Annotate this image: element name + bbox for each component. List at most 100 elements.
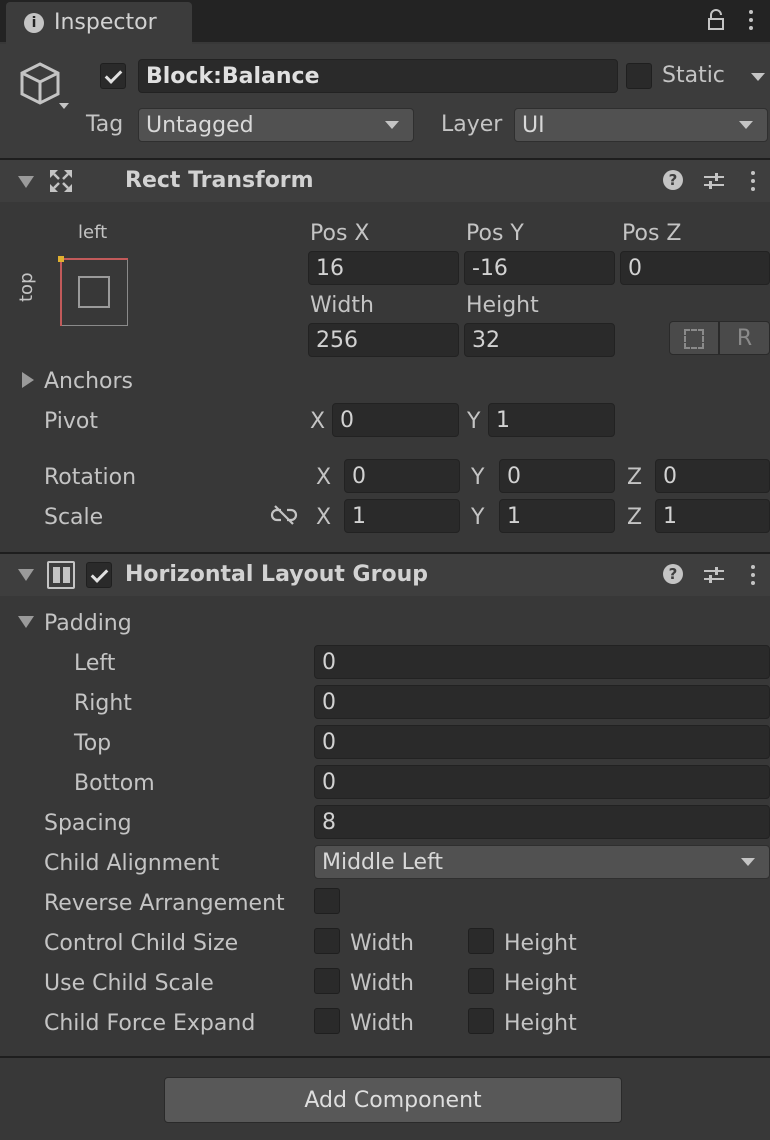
cube-icon[interactable]	[18, 60, 74, 116]
pos-z-input[interactable]: 0	[620, 251, 770, 285]
preset-sliders-icon[interactable]	[703, 170, 725, 192]
pos-x-label: Pos X	[310, 221, 370, 246]
use-child-scale-height-checkbox[interactable]	[468, 968, 494, 994]
control-child-size-height-checkbox[interactable]	[468, 928, 494, 954]
kebab-menu-icon[interactable]	[751, 171, 755, 195]
help-icon[interactable]: ?	[663, 170, 683, 190]
spacing-label: Spacing	[44, 811, 132, 836]
active-toggle[interactable]	[100, 63, 126, 89]
scale-z-label: Z	[627, 505, 643, 530]
inspector-tab[interactable]: i Inspector	[6, 2, 192, 44]
child-force-expand-height-label: Height	[504, 1011, 577, 1036]
child-alignment-label: Child Alignment	[44, 851, 220, 876]
pos-y-label: Pos Y	[466, 221, 524, 246]
control-child-size-label: Control Child Size	[44, 931, 239, 956]
expand-arrow-icon[interactable]	[22, 372, 34, 388]
blueprint-mode-icon	[684, 329, 704, 349]
unlink-icon[interactable]	[270, 504, 298, 526]
anchor-preset-button[interactable]	[58, 256, 128, 326]
layer-label: Layer	[441, 112, 503, 137]
rect-transform-header[interactable]	[0, 160, 770, 202]
width-label: Width	[310, 293, 374, 318]
tag-dropdown[interactable]: Untagged	[138, 108, 414, 142]
pos-x-input[interactable]: 16	[308, 251, 459, 285]
anchor-point	[58, 256, 64, 262]
padding-top-input[interactable]: 0	[314, 725, 770, 759]
lock-icon[interactable]	[706, 9, 726, 31]
add-component-button[interactable]: Add Component	[164, 1077, 622, 1123]
reverse-arrangement-label: Reverse Arrangement	[44, 891, 285, 916]
padding-right-label: Right	[74, 691, 132, 716]
tag-value: Untagged	[146, 112, 254, 138]
layer-dropdown[interactable]: UI	[514, 108, 768, 142]
rotation-z-input[interactable]: 0	[655, 459, 770, 493]
scale-x-input[interactable]: 1	[344, 499, 460, 533]
use-child-scale-width-label: Width	[350, 971, 414, 996]
height-input[interactable]: 32	[464, 323, 615, 357]
use-child-scale-label: Use Child Scale	[44, 971, 214, 996]
control-child-size-height-label: Height	[504, 931, 577, 956]
raw-edit-button[interactable]: R	[719, 321, 770, 355]
spacing-input[interactable]: 8	[314, 805, 770, 839]
padding-right-input[interactable]: 0	[314, 685, 770, 719]
child-alignment-dropdown[interactable]: Middle Left	[314, 845, 770, 879]
layer-value: UI	[522, 112, 545, 138]
child-force-expand-label: Child Force Expand	[44, 1011, 256, 1036]
collapse-arrow-icon[interactable]	[18, 616, 34, 628]
padding-label[interactable]: Padding	[44, 613, 132, 635]
raw-edit-label: R	[736, 325, 753, 351]
child-force-expand-width-label: Width	[350, 1011, 414, 1036]
width-input[interactable]: 256	[308, 323, 459, 357]
rotation-x-label: X	[316, 465, 332, 490]
padding-left-input[interactable]: 0	[314, 645, 770, 679]
kebab-menu-icon[interactable]	[749, 10, 753, 34]
rotation-z-label: Z	[627, 465, 643, 490]
tag-label: Tag	[86, 112, 124, 137]
pivot-y-label: Y	[467, 409, 481, 434]
anchors-label[interactable]: Anchors	[44, 371, 133, 393]
anchor-edge-top	[60, 258, 128, 260]
static-dropdown-arrow[interactable]	[751, 73, 765, 81]
blueprint-mode-button[interactable]	[669, 321, 719, 355]
layout-group-title: Horizontal Layout Group	[125, 562, 428, 587]
layout-group-enabled-toggle[interactable]	[86, 562, 112, 588]
anchor-preset-vertical-label: top	[16, 272, 37, 303]
anchor-preset-horizontal-label: left	[78, 222, 108, 243]
height-label: Height	[466, 293, 539, 318]
layout-group-icon	[47, 561, 75, 589]
add-component-label: Add Component	[304, 1087, 482, 1113]
info-icon: i	[24, 13, 44, 33]
child-force-expand-height-checkbox[interactable]	[468, 1008, 494, 1034]
child-alignment-value: Middle Left	[322, 849, 444, 875]
help-icon[interactable]: ?	[663, 564, 683, 584]
padding-top-label: Top	[74, 731, 112, 756]
padding-bottom-input[interactable]: 0	[314, 765, 770, 799]
pivot-x-input[interactable]: 0	[332, 403, 459, 437]
control-child-size-width-checkbox[interactable]	[314, 928, 340, 954]
tab-title: Inspector	[54, 10, 157, 35]
layout-bar	[63, 567, 70, 583]
preset-sliders-icon[interactable]	[703, 564, 725, 586]
reverse-arrangement-checkbox[interactable]	[314, 888, 340, 914]
rotation-x-input[interactable]: 0	[344, 459, 460, 493]
object-name-input[interactable]: Block:Balance	[138, 59, 618, 93]
anchor-edge-left	[60, 258, 62, 326]
rotation-label: Rotation	[44, 465, 137, 490]
scale-z-input[interactable]: 1	[655, 499, 770, 533]
scale-y-input[interactable]: 1	[499, 499, 615, 533]
divider	[0, 1056, 770, 1058]
static-checkbox[interactable]	[626, 63, 652, 89]
anchor-rect	[78, 276, 110, 308]
layout-bar	[53, 567, 60, 583]
pivot-x-label: X	[310, 409, 326, 434]
rotation-y-input[interactable]: 0	[499, 459, 615, 493]
kebab-menu-icon[interactable]	[751, 565, 755, 589]
rotation-y-label: Y	[471, 465, 485, 490]
collapse-arrow-icon[interactable]	[18, 569, 34, 581]
pos-y-input[interactable]: -16	[464, 251, 615, 285]
use-child-scale-width-checkbox[interactable]	[314, 968, 340, 994]
child-force-expand-width-checkbox[interactable]	[314, 1008, 340, 1034]
chevron-down-icon	[741, 858, 755, 866]
pivot-y-input[interactable]: 1	[488, 403, 615, 437]
collapse-arrow-icon[interactable]	[18, 176, 34, 188]
